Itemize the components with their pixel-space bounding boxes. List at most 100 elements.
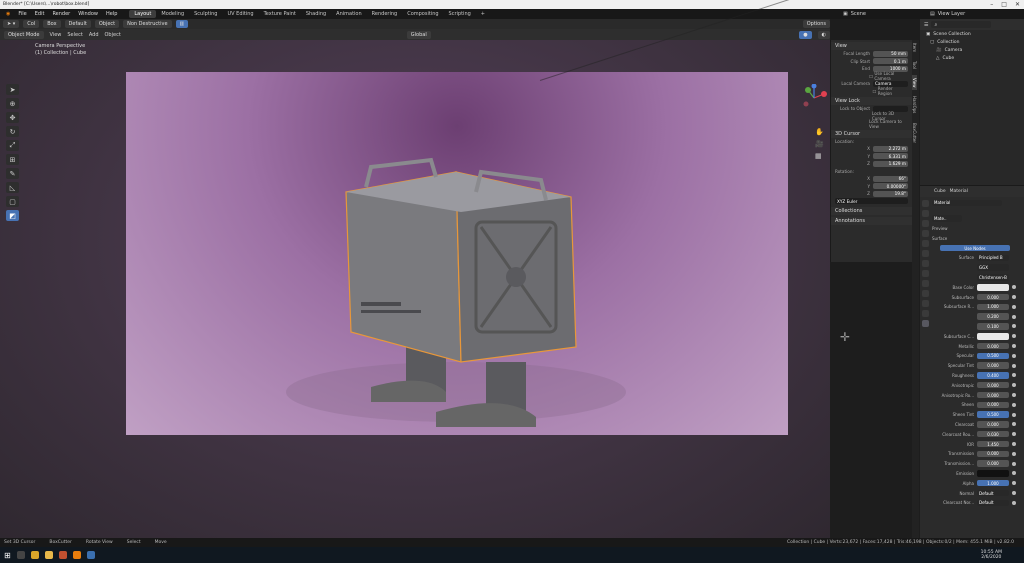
shader-input-field[interactable] [977, 470, 1009, 477]
options-dropdown[interactable]: Options [802, 20, 830, 28]
shader-input-field[interactable]: 0.000 [977, 460, 1009, 467]
render-region-checkbox[interactable]: ☐ [873, 89, 877, 94]
socket-dot-icon[interactable] [1012, 334, 1016, 339]
view-section-header[interactable]: View [831, 42, 912, 50]
socket-dot-icon[interactable] [1012, 373, 1016, 378]
drag-box[interactable]: Box [43, 20, 61, 28]
camera-view-icon[interactable]: 🎥 [815, 140, 824, 148]
modifier-tab-icon[interactable] [921, 270, 929, 277]
shader-input-row[interactable]: Emission [932, 469, 1024, 479]
material-slot[interactable]: Material [932, 199, 1002, 207]
socket-dot-icon[interactable] [1012, 324, 1016, 329]
mode-dropdown[interactable]: Object Mode [4, 30, 44, 39]
3d-viewport[interactable]: Camera Perspective (1) Collection | Cube… [0, 0, 850, 538]
shader-input-field[interactable]: 0.000 [977, 421, 1009, 428]
socket-dot-icon[interactable] [1012, 314, 1016, 319]
shader-input-field[interactable]: 0.500 [977, 411, 1009, 418]
cursor-rot-y-row[interactable]: Y 0.00000° [831, 183, 912, 191]
world-tab-icon[interactable] [921, 250, 929, 257]
tab-view[interactable]: View [912, 74, 917, 91]
menu-add[interactable]: Add [89, 32, 99, 38]
socket-dot-icon[interactable] [1012, 461, 1016, 466]
select-box-icon[interactable]: ➤ [6, 84, 19, 95]
cursor-section-header[interactable]: 3D Cursor [831, 129, 912, 138]
use-nodes-button[interactable]: Use Nodes [940, 244, 1010, 252]
shader-input-field[interactable]: 0.000 [977, 401, 1009, 409]
data-tab-icon[interactable] [921, 310, 929, 317]
shader-input-row[interactable]: Sheen 0.000 [932, 400, 1024, 410]
chrome-taskbar-icon[interactable] [30, 551, 39, 559]
physics-tab-icon[interactable] [921, 290, 929, 297]
socket-dot-icon[interactable] [1012, 295, 1016, 300]
rot-z-field[interactable]: 19.8° [873, 190, 908, 197]
outliner-scene-collection[interactable]: ▣ Scene Collection [920, 30, 1024, 38]
shader-input-field[interactable]: 0.500 [977, 352, 1009, 360]
menu-window[interactable]: Window [74, 11, 102, 17]
shader-input-row[interactable]: Clearcoat Nor... Default [932, 498, 1024, 508]
loc-y-field[interactable]: 6.331 m [873, 153, 908, 160]
shader-input-row[interactable]: Specular 0.500 [932, 351, 1024, 361]
shader-input-field[interactable]: 0.000 [977, 381, 1009, 389]
socket-dot-icon[interactable] [1012, 451, 1016, 456]
loc-x-field[interactable]: 2.272 m [873, 145, 908, 152]
menu-view[interactable]: View [50, 32, 62, 38]
socket-dot-icon[interactable] [1012, 491, 1016, 495]
menu-edit[interactable]: Edit [31, 11, 49, 17]
shader-input-row[interactable]: Clearcoat 0.000 [932, 420, 1024, 430]
default-dropdown[interactable]: Default [64, 20, 91, 28]
focal-length-field[interactable]: 50 mm [873, 50, 908, 57]
non-destructive-dropdown[interactable]: Non Destructive [123, 20, 172, 28]
shader-input-row[interactable]: 0.100 [932, 322, 1024, 332]
socket-dot-icon[interactable] [1012, 422, 1016, 427]
shader-input-row[interactable]: Roughness 0.400 [932, 371, 1024, 381]
add-cube-icon[interactable]: ▢ [6, 196, 19, 207]
taskbar-clock[interactable]: 10:55 AM 2/6/2020 [981, 550, 1002, 560]
shader-input-row[interactable]: Normal Default [932, 488, 1024, 498]
minimize-icon[interactable]: – [990, 1, 993, 8]
shader-input-field[interactable]: 0.400 [977, 372, 1009, 379]
shader-input-field[interactable]: 0.100 [977, 323, 1009, 330]
shader-input-field[interactable] [977, 284, 1009, 291]
tab-item[interactable]: Item [912, 40, 917, 55]
search-taskbar-icon[interactable] [16, 551, 25, 559]
menu-file[interactable]: File [14, 11, 30, 17]
add-workspace-button[interactable]: + [476, 10, 490, 18]
tab-scripting[interactable]: Scripting [444, 10, 476, 18]
menu-select[interactable]: Select [67, 32, 82, 38]
boxcutter-icon[interactable]: ◩ [6, 210, 19, 221]
view-lock-header[interactable]: View Lock [831, 97, 912, 105]
distribution-row[interactable]: GGX [932, 263, 1024, 273]
shader-input-field[interactable]: Default [977, 499, 1009, 507]
material-name-field[interactable]: Mate.. [932, 215, 962, 222]
shading-solid-button[interactable]: ● [799, 30, 812, 39]
shader-input-row[interactable]: Sheen Tint 0.500 [932, 410, 1024, 420]
focal-length-row[interactable]: Focal Length 50 mm [831, 50, 912, 58]
material-slot-row[interactable]: Material [932, 198, 1024, 208]
collections-header[interactable]: Collections [831, 207, 912, 215]
scene-tab-icon[interactable] [921, 240, 929, 247]
shader-input-row[interactable]: IOR 1.450 [932, 439, 1024, 449]
select-tool-dropdown[interactable]: ➤ ▾ [3, 20, 20, 28]
shader-input-row[interactable]: Transmission 0.000 [932, 449, 1024, 459]
tab-compositing[interactable]: Compositing [402, 10, 443, 18]
rotation-mode-row[interactable]: XYZ Euler [831, 198, 912, 206]
tab-layout[interactable]: Layout [129, 10, 157, 18]
view-layer-selector[interactable]: ▤ View Layer [930, 10, 1022, 18]
start-icon[interactable]: ⊞ [4, 551, 11, 560]
transform-icon[interactable]: ⊞ [6, 154, 19, 165]
shader-input-field[interactable]: 1.000 [977, 479, 1009, 487]
output-tab-icon[interactable] [921, 220, 929, 227]
socket-dot-icon[interactable] [1012, 353, 1016, 358]
outliner-collection-row[interactable]: ▢ Collection [920, 38, 1024, 46]
rotate-icon[interactable]: ↻ [6, 126, 19, 137]
scene-selector[interactable]: ▣ Scene [843, 10, 923, 18]
tab-modeling[interactable]: Modeling [156, 10, 189, 18]
object-dropdown[interactable]: Object [94, 20, 120, 28]
use-local-camera-checkbox[interactable]: ☐ [869, 74, 873, 79]
tab-boxcutter[interactable]: BoxCutter [912, 120, 917, 146]
tab-texture-paint[interactable]: Texture Paint [259, 10, 301, 18]
constraints-tab-icon[interactable] [921, 300, 929, 307]
socket-dot-icon[interactable] [1012, 432, 1016, 437]
tab-animation[interactable]: Animation [331, 10, 367, 18]
shader-input-row[interactable]: Specular Tint 0.000 [932, 361, 1024, 371]
